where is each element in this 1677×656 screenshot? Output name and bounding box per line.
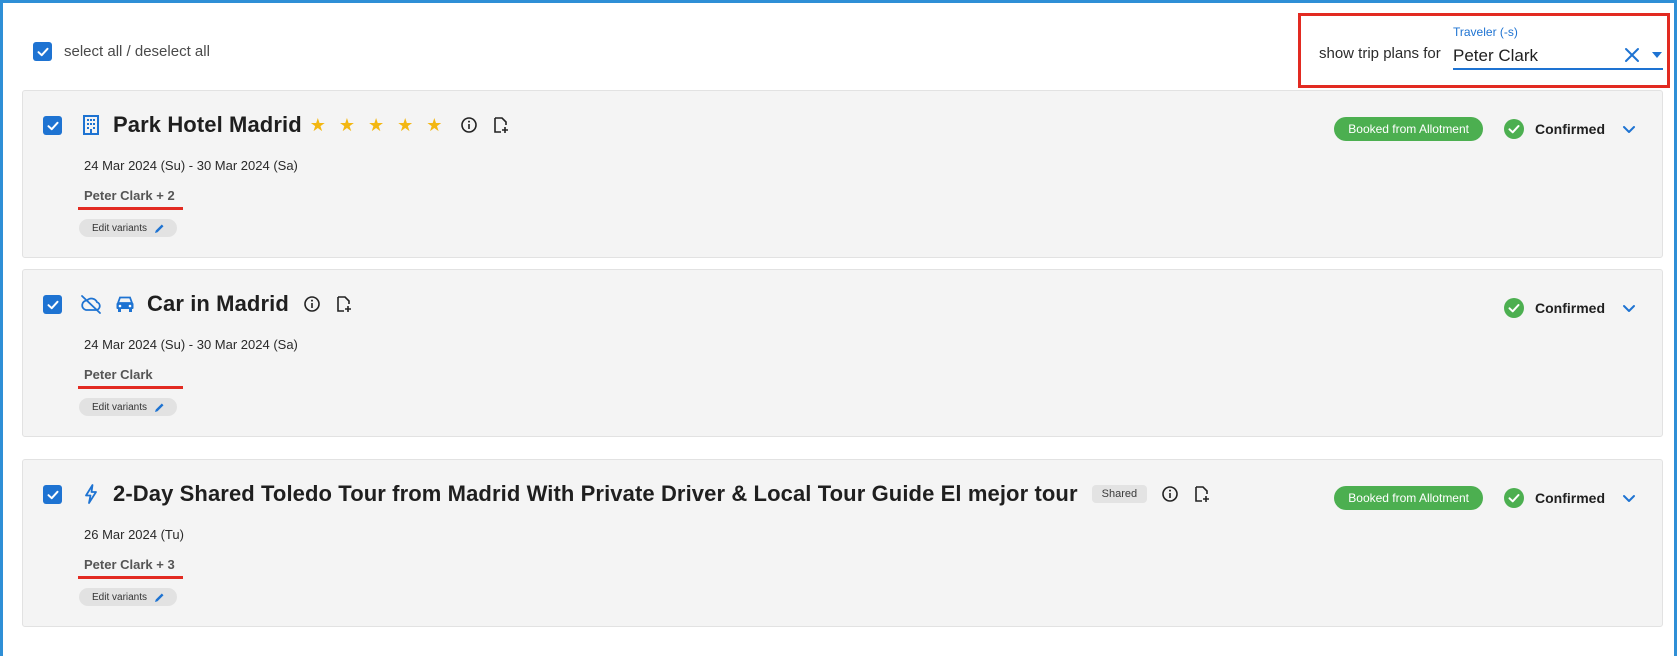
lightning-icon	[79, 482, 103, 506]
trip-card-car: Car in Madrid 24 Mar 2024 (Su) - 30 Mar …	[22, 269, 1663, 437]
car-icon	[113, 292, 137, 316]
select-all-control[interactable]: select all / deselect all	[33, 42, 210, 61]
trip-travelers: Peter Clark	[84, 367, 153, 382]
edit-variants-label: Edit variants	[92, 591, 148, 603]
trip-card-tour: 2-Day Shared Toledo Tour from Madrid Wit…	[22, 459, 1663, 627]
trip-status: Booked from Allotment Confirmed	[1334, 485, 1637, 511]
info-icon[interactable]	[303, 295, 321, 313]
checkmark-icon	[47, 121, 58, 130]
dropdown-arrow-icon[interactable]	[1651, 50, 1663, 60]
select-all-label: select all / deselect all	[64, 43, 210, 60]
cloud-off-icon	[79, 292, 103, 316]
checkmark-icon	[37, 47, 48, 56]
chevron-down-icon[interactable]	[1621, 300, 1637, 316]
status-label: Confirmed	[1535, 490, 1605, 506]
trip-status: Booked from Allotment Confirmed	[1334, 116, 1637, 142]
clear-icon[interactable]	[1623, 46, 1641, 64]
info-icon[interactable]	[1161, 485, 1179, 503]
building-icon	[79, 113, 103, 137]
traveler-highlight	[78, 207, 183, 210]
status-label: Confirmed	[1535, 300, 1605, 316]
allotment-badge: Booked from Allotment	[1334, 117, 1483, 141]
trip-plan-panel: select all / deselect all show trip plan…	[0, 0, 1677, 656]
trip-card-hotel: Park Hotel Madrid ★ ★ ★ ★ ★ 24 Mar 2024 …	[22, 90, 1663, 258]
traveler-filter: show trip plans for Traveler (-s) Peter …	[1298, 13, 1670, 88]
edit-variants-button[interactable]: Edit variants	[79, 219, 178, 237]
select-all-checkbox[interactable]	[33, 42, 52, 61]
trip-travelers: Peter Clark + 2	[84, 188, 175, 203]
trip-title-row: Car in Madrid	[79, 290, 353, 318]
pencil-icon	[155, 593, 164, 602]
trip-title: Park Hotel Madrid	[113, 112, 302, 137]
trip-date: 26 Mar 2024 (Tu)	[84, 527, 184, 542]
check-circle-icon	[1504, 119, 1524, 139]
trip-date: 24 Mar 2024 (Su) - 30 Mar 2024 (Sa)	[84, 158, 298, 173]
edit-variants-button[interactable]: Edit variants	[79, 588, 178, 606]
traveler-select[interactable]: Traveler (-s) Peter Clark	[1453, 22, 1663, 70]
trip-title: 2-Day Shared Toledo Tour from Madrid Wit…	[113, 481, 1078, 506]
trip-select-checkbox[interactable]	[43, 485, 62, 504]
chevron-down-icon[interactable]	[1621, 490, 1637, 506]
checkmark-icon	[47, 490, 58, 499]
trip-status: Confirmed	[1503, 295, 1637, 321]
trip-title: Car in Madrid	[147, 291, 289, 316]
allotment-badge: Booked from Allotment	[1334, 486, 1483, 510]
traveler-select-value[interactable]: Peter Clark	[1453, 46, 1538, 66]
traveler-highlight	[78, 386, 183, 389]
checkmark-icon	[47, 300, 58, 309]
edit-variants-label: Edit variants	[92, 401, 148, 413]
add-document-icon[interactable]	[492, 116, 510, 134]
filter-prefix-label: show trip plans for	[1319, 45, 1441, 62]
traveler-select-label: Traveler (-s)	[1453, 25, 1518, 39]
add-document-icon[interactable]	[1193, 485, 1211, 503]
trip-title-row: 2-Day Shared Toledo Tour from Madrid Wit…	[79, 480, 1211, 508]
trip-date: 24 Mar 2024 (Su) - 30 Mar 2024 (Sa)	[84, 337, 298, 352]
status-label: Confirmed	[1535, 121, 1605, 137]
trip-select-checkbox[interactable]	[43, 116, 62, 135]
trip-travelers: Peter Clark + 3	[84, 557, 175, 572]
trip-title-row: Park Hotel Madrid ★ ★ ★ ★ ★	[79, 111, 510, 139]
pencil-icon	[155, 403, 164, 412]
shared-tag: Shared	[1091, 485, 1148, 503]
check-circle-icon	[1504, 488, 1524, 508]
trip-select-checkbox[interactable]	[43, 295, 62, 314]
check-circle-icon	[1504, 298, 1524, 318]
edit-variants-label: Edit variants	[92, 222, 148, 234]
star-rating: ★ ★ ★ ★ ★	[309, 114, 447, 135]
pencil-icon	[155, 224, 164, 233]
info-icon[interactable]	[460, 116, 478, 134]
edit-variants-button[interactable]: Edit variants	[79, 398, 178, 416]
panel-header: select all / deselect all show trip plan…	[3, 3, 1674, 95]
add-document-icon[interactable]	[335, 295, 353, 313]
chevron-down-icon[interactable]	[1621, 121, 1637, 137]
traveler-highlight	[78, 576, 183, 579]
